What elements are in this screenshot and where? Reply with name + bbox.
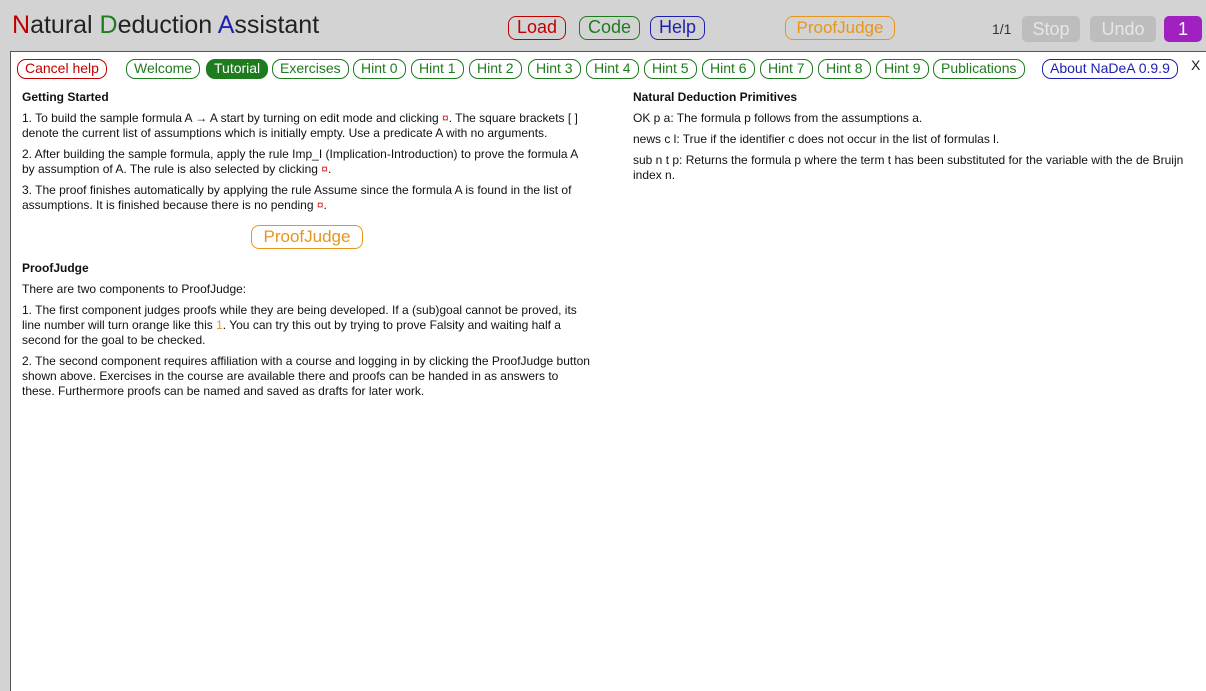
title-letter-d: D — [99, 11, 118, 39]
nav-exercises[interactable]: Exercises — [272, 59, 349, 79]
help-nav: Cancel help Welcome Tutorial Exercises H… — [17, 59, 1197, 81]
goal-mark-icon: ¤ — [321, 162, 328, 176]
help-button[interactable]: Help — [650, 16, 706, 40]
title-part-deduction: eduction — [117, 11, 218, 39]
nav-hint-2[interactable]: Hint 2 — [469, 59, 522, 79]
about-nadea-button[interactable]: About NaDeA 0.9.9 — [1042, 59, 1178, 79]
primitives-heading: Natural Deduction Primitives — [633, 90, 798, 104]
nav-hint-1[interactable]: Hint 1 — [411, 59, 464, 79]
goal-mark-icon: ¤ — [316, 198, 324, 212]
nav-hint-9[interactable]: Hint 9 — [876, 59, 929, 79]
undo-button[interactable]: Undo — [1090, 16, 1156, 42]
proofjudge-heading: ProofJudge — [22, 261, 89, 275]
step-2: 2. After building the sample formula, ap… — [22, 147, 578, 176]
nav-welcome[interactable]: Welcome — [126, 59, 201, 79]
top-toolbar: Natural Deduction Assistant Load Code He… — [0, 0, 1206, 48]
primitive-news: news c l: True if the identifier c does … — [633, 132, 1000, 146]
code-button[interactable]: Code — [579, 16, 641, 40]
nav-hint-0[interactable]: Hint 0 — [353, 59, 406, 79]
proof-number-button[interactable]: 1 — [1164, 16, 1202, 42]
nav-hint-8[interactable]: Hint 8 — [818, 59, 871, 79]
primitive-ok: OK p a: The formula p follows from the a… — [633, 111, 923, 125]
title-part-assistant: ssistant — [234, 11, 320, 39]
proof-counter: 1/1 — [992, 21, 1012, 37]
nav-hint-5[interactable]: Hint 5 — [644, 59, 697, 79]
step-1: 1. To build the sample formula A → A sta… — [22, 111, 578, 140]
stop-button[interactable]: Stop — [1022, 16, 1080, 42]
getting-started-heading: Getting Started — [22, 90, 109, 104]
nav-hint-7[interactable]: Hint 7 — [760, 59, 813, 79]
nav-publications[interactable]: Publications — [933, 59, 1025, 79]
close-help-icon[interactable]: X — [1191, 57, 1200, 73]
title-letter-a: A — [217, 11, 235, 39]
nav-hint-6[interactable]: Hint 6 — [702, 59, 755, 79]
title-part-natural: atural — [30, 11, 100, 39]
primitives-column: Natural Deduction Primitives OK p a: The… — [633, 90, 1203, 189]
proofjudge-intro: There are two components to ProofJudge: — [22, 282, 247, 296]
proofjudge-inline-button[interactable]: ProofJudge — [251, 225, 363, 249]
nav-hint-3[interactable]: Hint 3 — [528, 59, 581, 79]
orange-line-number: 1 — [216, 318, 223, 332]
title-letter-n: N — [12, 11, 31, 39]
nav-hint-4[interactable]: Hint 4 — [586, 59, 639, 79]
nav-tutorial[interactable]: Tutorial — [206, 59, 269, 79]
help-panel: Cancel help Welcome Tutorial Exercises H… — [10, 51, 1206, 691]
step-3: 3. The proof finishes automatically by a… — [22, 183, 572, 212]
primitive-sub: sub n t p: Returns the formula p where t… — [633, 153, 1184, 182]
app-title: Natural Deduction Assistant — [12, 13, 319, 38]
proofjudge-component-1: 1. The first component judges proofs whi… — [22, 303, 577, 347]
proofjudge-component-2: 2. The second component requires affilia… — [22, 354, 590, 398]
load-button[interactable]: Load — [508, 16, 567, 40]
cancel-help-button[interactable]: Cancel help — [17, 59, 107, 79]
proofjudge-button[interactable]: ProofJudge — [785, 16, 895, 40]
goal-mark-icon: ¤ — [442, 111, 449, 125]
tutorial-column: Getting Started 1. To build the sample f… — [22, 90, 592, 405]
